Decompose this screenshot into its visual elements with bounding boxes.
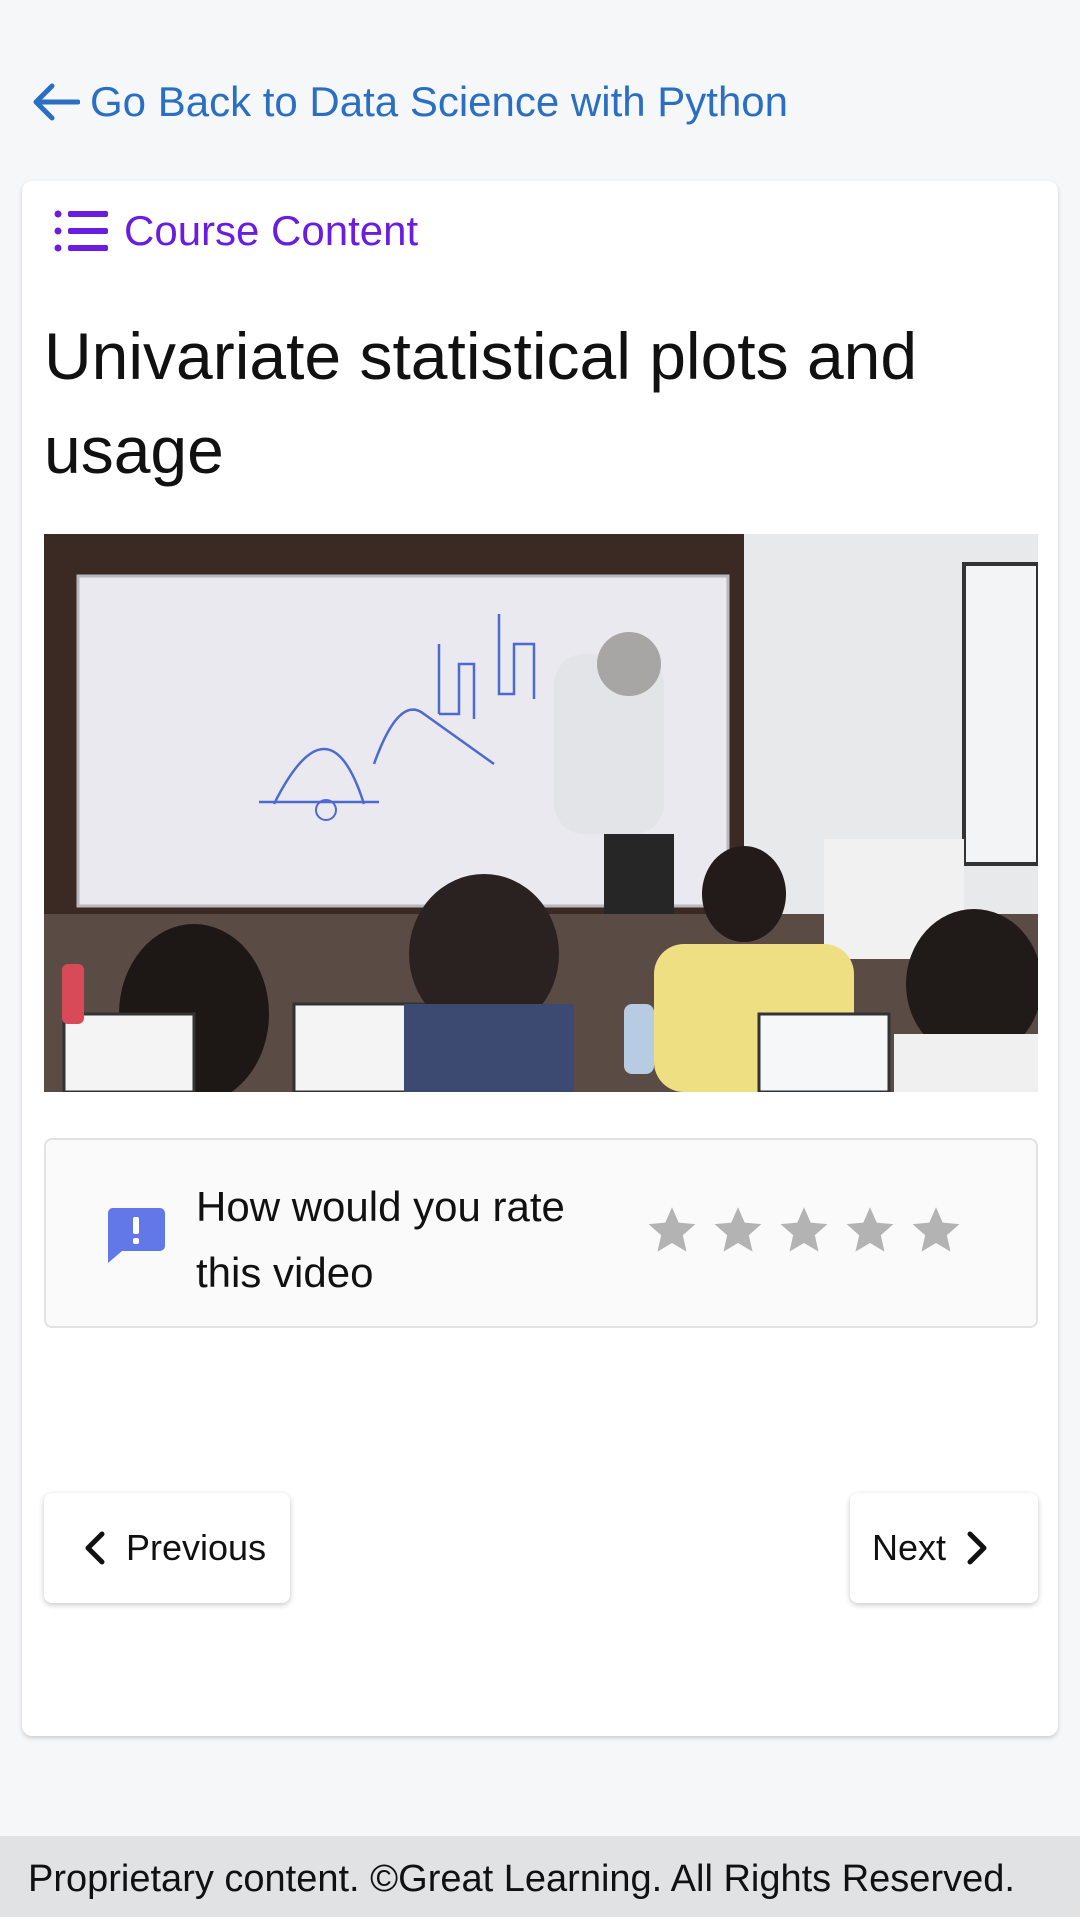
star-icon-1[interactable]: [646, 1204, 698, 1256]
course-content-button[interactable]: Course Content: [52, 207, 418, 255]
copyright-text: Proprietary content. ©Great Learning. Al…: [28, 1858, 1015, 1900]
arrow-left-icon: [33, 83, 80, 121]
rating-panel: How would you rate this video: [44, 1138, 1038, 1328]
star-rating: [646, 1204, 962, 1256]
previous-label: Previous: [126, 1527, 267, 1568]
lesson-card: Course Content Univariate statistical pl…: [22, 181, 1058, 1736]
chevron-right-icon: [967, 1531, 987, 1565]
lesson-title: Univariate statistical plots and usage: [44, 319, 918, 487]
next-label: Next: [872, 1527, 947, 1568]
star-icon-2[interactable]: [712, 1204, 764, 1256]
star-icon-3[interactable]: [778, 1204, 830, 1256]
video-player[interactable]: [44, 534, 1038, 1092]
back-link-label: Go Back to Data Science with Python: [90, 78, 789, 125]
back-to-course-link[interactable]: Go Back to Data Science with Python: [30, 78, 788, 126]
previous-button[interactable]: Previous: [44, 1493, 290, 1603]
rating-prompt: How would you rate this video: [196, 1183, 565, 1296]
chevron-left-icon: [85, 1531, 105, 1565]
list-icon: [54, 210, 108, 252]
next-button[interactable]: Next: [850, 1493, 1038, 1603]
star-icon-5[interactable]: [910, 1204, 962, 1256]
course-content-label: Course Content: [124, 207, 419, 254]
footer: Proprietary content. ©Great Learning. Al…: [0, 1836, 1080, 1917]
star-icon-4[interactable]: [844, 1204, 896, 1256]
video-frame: [44, 534, 1038, 1092]
feedback-icon: [107, 1208, 165, 1263]
